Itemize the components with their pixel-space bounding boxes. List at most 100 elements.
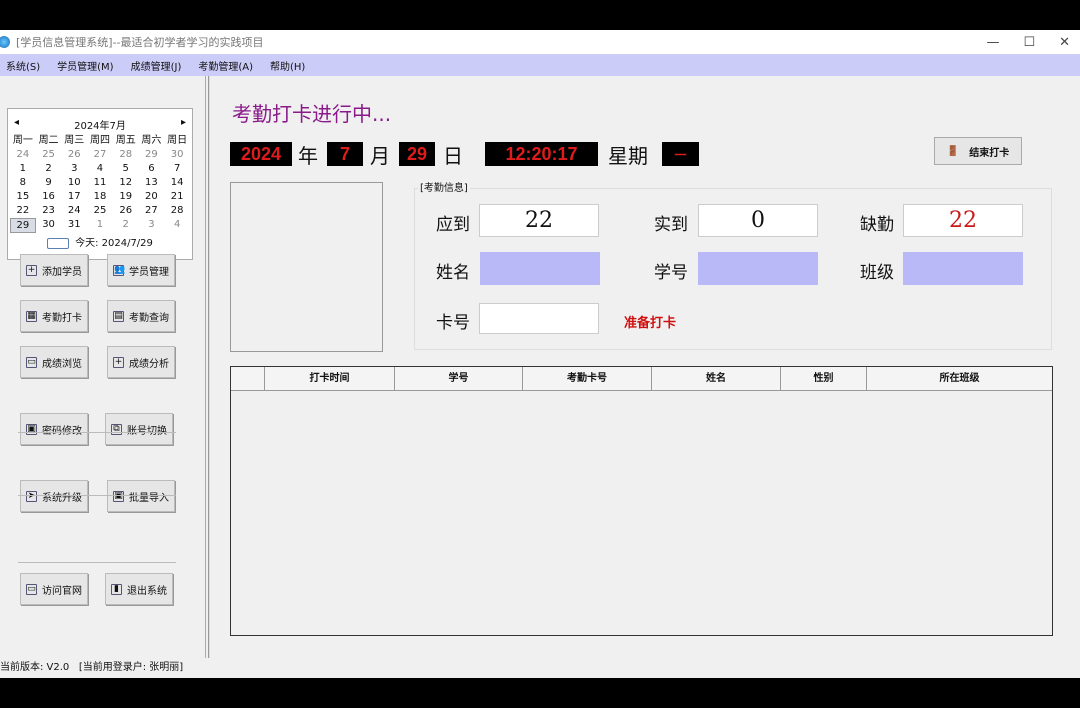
end-checkin-button[interactable]: 🚪 结束打卡	[934, 137, 1022, 165]
column-header-card[interactable]: 考勤卡号	[523, 367, 652, 390]
calendar-day[interactable]: 24	[10, 148, 36, 161]
sidebar: ◂ 2024年7月 ▸ 周一 周二 周三 周四 周五 周六 周日 24 25 26 27 28 29 30…	[0, 76, 206, 658]
calendar-day[interactable]: 3	[139, 218, 165, 233]
calendar-day[interactable]: 4	[164, 218, 190, 233]
calendar-day[interactable]: 1	[10, 162, 36, 175]
switch-account-button[interactable]: ⧉ 账号切换	[105, 413, 173, 445]
calendar-day[interactable]: 7	[164, 162, 190, 175]
id-label: 学号	[654, 263, 688, 283]
calendar-day[interactable]: 17	[61, 190, 87, 203]
batch-import-button[interactable]: ▣ 批量导入	[107, 480, 175, 512]
app-window: [学员信息管理系统]--最适合初学者学习的实践项目 — ☐ ✕ 系统(S) 学员…	[0, 30, 1080, 678]
visit-website-icon: ▭	[26, 583, 37, 595]
prev-month-button[interactable]: ◂	[14, 117, 19, 132]
calendar[interactable]: ◂ 2024年7月 ▸ 周一 周二 周三 周四 周五 周六 周日 24 25 26 27 28 29 30…	[7, 108, 193, 260]
calendar-day[interactable]: 27	[87, 148, 113, 161]
menu-help[interactable]: 帮助(H)	[264, 58, 311, 73]
system-upgrade-button[interactable]: ➤ 系统升级	[20, 480, 88, 512]
column-header-rowselector[interactable]	[231, 367, 265, 390]
exit-door-icon: 🚪	[946, 145, 960, 157]
expected-field: 22	[479, 204, 599, 237]
calendar-day[interactable]: 28	[164, 204, 190, 217]
calendar-day[interactable]: 31	[61, 218, 87, 233]
calendar-day[interactable]: 21	[164, 190, 190, 203]
column-header-gender[interactable]: 性别	[781, 367, 867, 390]
calendar-day[interactable]: 3	[61, 162, 87, 175]
calendar-day[interactable]: 16	[36, 190, 62, 203]
menu-grades[interactable]: 成绩管理(J)	[125, 58, 188, 73]
calendar-today[interactable]: 今天: 2024/7/29	[8, 234, 192, 249]
calendar-day[interactable]: 9	[36, 176, 62, 189]
card-number-input[interactable]	[479, 303, 599, 334]
calendar-day[interactable]: 12	[113, 176, 139, 189]
manage-students-button[interactable]: 👥 学员管理	[107, 254, 175, 286]
calendar-day[interactable]: 15	[10, 190, 36, 203]
button-label: 学员管理	[129, 266, 169, 278]
browse-grades-button[interactable]: ▭ 成绩浏览	[20, 346, 88, 378]
calendar-day[interactable]: 25	[87, 204, 113, 217]
calendar-day[interactable]: 25	[36, 148, 62, 161]
month-unit: 月	[370, 144, 390, 168]
exit-system-icon: ▮	[111, 583, 122, 595]
calendar-day[interactable]: 8	[10, 176, 36, 189]
visit-website-button[interactable]: ▭ 访问官网	[20, 573, 88, 605]
calendar-day[interactable]: 11	[87, 176, 113, 189]
maximize-button[interactable]: ☐	[1023, 35, 1035, 50]
calendar-day[interactable]: 27	[139, 204, 165, 217]
change-password-button[interactable]: ▣ 密码修改	[20, 413, 88, 445]
calendar-day[interactable]: 13	[139, 176, 165, 189]
next-month-button[interactable]: ▸	[181, 117, 186, 132]
calendar-day[interactable]: 6	[139, 162, 165, 175]
checkin-button[interactable]: ▦ 考勤打卡	[20, 300, 88, 332]
calendar-day[interactable]: 1	[87, 218, 113, 233]
absent-label: 缺勤	[860, 215, 894, 235]
splitter[interactable]	[208, 76, 210, 658]
calendar-day[interactable]: 30	[36, 218, 62, 233]
calendar-day[interactable]: 19	[113, 190, 139, 203]
button-label: 系统升级	[42, 492, 82, 504]
attendance-table[interactable]: 打卡时间 学号 考勤卡号 姓名 性别 所在班级	[230, 366, 1053, 636]
calendar-day[interactable]: 29	[139, 148, 165, 161]
calendar-day[interactable]: 30	[164, 148, 190, 161]
name-label: 姓名	[436, 263, 470, 283]
calendar-day[interactable]: 20	[139, 190, 165, 203]
day-unit: 日	[443, 144, 463, 168]
separator	[18, 432, 176, 433]
calendar-day[interactable]: 29	[10, 218, 36, 233]
calendar-day[interactable]: 23	[36, 204, 62, 217]
browse-grades-icon: ▭	[26, 356, 37, 368]
menu-system[interactable]: 系统(S)	[0, 58, 46, 73]
calendar-month: 2024年7月	[74, 121, 126, 132]
add-student-button[interactable]: + 添加学员	[20, 254, 88, 286]
calendar-day[interactable]: 24	[61, 204, 87, 217]
calendar-day[interactable]: 18	[87, 190, 113, 203]
calendar-day[interactable]: 2	[36, 162, 62, 175]
close-button[interactable]: ✕	[1059, 35, 1070, 50]
calendar-day[interactable]: 26	[61, 148, 87, 161]
calendar-day[interactable]: 26	[113, 204, 139, 217]
calendar-day[interactable]: 22	[10, 204, 36, 217]
column-header-class[interactable]: 所在班级	[867, 367, 1052, 390]
calendar-day[interactable]: 10	[61, 176, 87, 189]
weekday-header: 周日	[167, 135, 188, 146]
calendar-day[interactable]: 4	[87, 162, 113, 175]
minimize-button[interactable]: —	[986, 35, 999, 50]
menu-student[interactable]: 学员管理(M)	[51, 58, 119, 73]
grade-analysis-button[interactable]: + 成绩分析	[107, 346, 175, 378]
calendar-day[interactable]: 28	[113, 148, 139, 161]
calendar-day[interactable]: 5	[113, 162, 139, 175]
attendance-query-icon: ▤	[113, 310, 124, 322]
calendar-day[interactable]: 14	[164, 176, 190, 189]
column-header-id[interactable]: 学号	[395, 367, 523, 390]
page-title: 考勤打卡进行中...	[232, 102, 392, 126]
menu-attendance[interactable]: 考勤管理(A)	[192, 58, 259, 73]
calendar-day[interactable]: 2	[113, 218, 139, 233]
weekday-display: 一	[662, 142, 699, 166]
attendance-query-button[interactable]: ▤ 考勤查询	[107, 300, 175, 332]
exit-system-button[interactable]: ▮ 退出系统	[105, 573, 173, 605]
day-display: 29	[399, 142, 435, 166]
button-label: 成绩分析	[129, 358, 169, 370]
column-header-name[interactable]: 姓名	[652, 367, 781, 390]
column-header-time[interactable]: 打卡时间	[265, 367, 395, 390]
today-label: 今天: 2024/7/29	[75, 238, 153, 249]
